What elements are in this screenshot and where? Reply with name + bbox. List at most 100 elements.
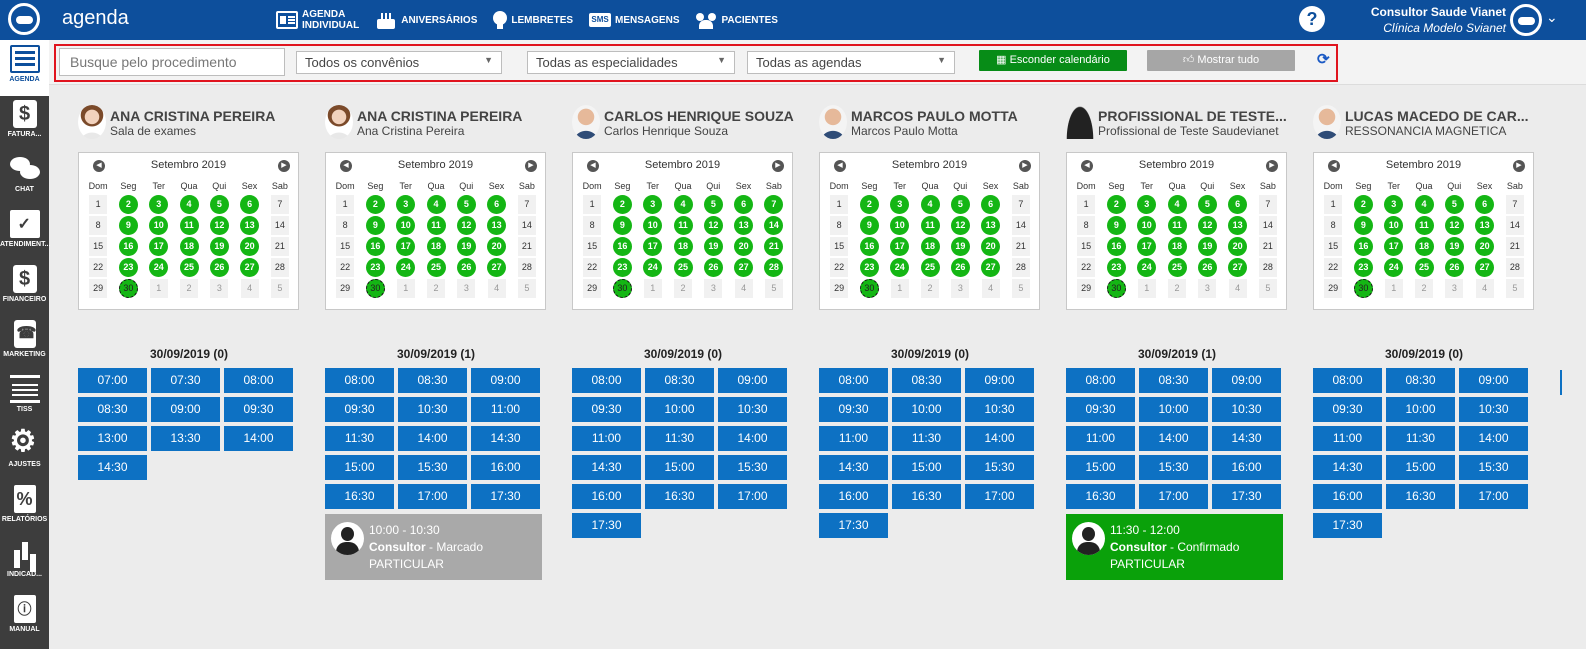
calendar-day[interactable]: 9 [854,216,884,235]
time-slot-button[interactable]: 08:00 [1066,368,1135,393]
calendar-day[interactable]: 26 [204,258,234,277]
calendar-day[interactable]: 2 [1162,279,1192,298]
time-slot-button[interactable]: 08:30 [78,397,147,422]
calendar-day[interactable]: 3 [698,279,728,298]
agenda-select[interactable]: Todas as agendas ▼ [747,51,955,74]
chevron-down-icon[interactable]: ⌄ [1546,9,1558,26]
sidebar-item-dollar[interactable]: $ FATURA... [0,95,49,151]
time-slot-button[interactable]: 16:00 [471,455,540,480]
calendar-day[interactable]: 1 [824,195,854,214]
calendar-day[interactable]: 14 [1006,216,1036,235]
calendar-day[interactable]: 29 [577,279,607,298]
calendar-day[interactable]: 8 [1071,216,1101,235]
time-slot-button[interactable]: 11:30 [325,426,394,451]
time-slot-button[interactable]: 09:30 [325,397,394,422]
calendar-day[interactable]: 2 [668,279,698,298]
calendar-day[interactable]: 4 [975,279,1005,298]
calendar-day[interactable]: 26 [451,258,481,277]
time-slot-button[interactable]: 17:30 [1212,484,1281,509]
sidebar-item-chat[interactable]: CHAT [0,150,49,206]
calendar-day[interactable]: 5 [1253,279,1283,298]
calendar-day[interactable]: 25 [1409,258,1439,277]
calendar-day[interactable]: 24 [885,258,915,277]
time-slot-button[interactable]: 17:00 [1459,484,1528,509]
calendar-day[interactable]: 9 [1101,216,1131,235]
calendar-day[interactable]: 25 [1162,258,1192,277]
calendar-day[interactable]: 11 [174,216,204,235]
appointment-card[interactable]: 11:30 - 12:00 Consultor - Confirmado PARTI… [1066,514,1283,580]
prev-month-icon[interactable]: ◀ [340,160,352,172]
calendar-day[interactable]: 13 [728,216,758,235]
calendar-day[interactable]: 15 [577,237,607,256]
time-slot-button[interactable]: 15:30 [965,455,1034,480]
time-slot-button[interactable]: 16:30 [1066,484,1135,509]
calendar-day[interactable]: 7 [1500,195,1530,214]
calendar-day[interactable]: 19 [945,237,975,256]
time-slot-button[interactable]: 08:30 [892,368,961,393]
calendar-day[interactable]: 8 [824,216,854,235]
calendar-day[interactable]: 22 [330,258,360,277]
calendar-day[interactable]: 27 [728,258,758,277]
calendar-day[interactable]: 5 [1500,279,1530,298]
nav-agenda-individual[interactable]: AGENDA INDIVIDUAL [276,9,359,31]
time-slot-button[interactable]: 15:00 [1386,455,1455,480]
user-avatar-icon[interactable] [1510,4,1542,36]
calendar-day[interactable]: 1 [391,279,421,298]
calendar-day[interactable]: 8 [83,216,113,235]
calendar-day[interactable]: 26 [1439,258,1469,277]
next-month-icon[interactable]: ▶ [278,160,290,172]
calendar-day[interactable]: 1 [1071,195,1101,214]
calendar-day[interactable]: 4 [481,279,511,298]
calendar-day[interactable]: 28 [1253,258,1283,277]
calendar-day[interactable]: 22 [83,258,113,277]
calendar-day[interactable]: 28 [265,258,295,277]
calendar-day[interactable]: 18 [1162,237,1192,256]
time-slot-button[interactable]: 14:00 [1139,426,1208,451]
calendar-day[interactable]: 21 [265,237,295,256]
calendar-day[interactable]: 7 [265,195,295,214]
calendar-day[interactable]: 5 [512,279,542,298]
calendar-day[interactable]: 30 [360,279,390,298]
calendar-day[interactable]: 22 [1071,258,1101,277]
calendar-day[interactable]: 6 [234,195,264,214]
time-slot-button[interactable]: 14:00 [398,426,467,451]
time-slot-button[interactable]: 10:00 [1386,397,1455,422]
calendar-day[interactable]: 6 [1469,195,1499,214]
calendar-day[interactable]: 7 [1253,195,1283,214]
calendar-day[interactable]: 2 [854,195,884,214]
calendar-day[interactable]: 3 [204,279,234,298]
calendar-day[interactable]: 3 [1132,195,1162,214]
calendar-day[interactable]: 24 [638,258,668,277]
calendar-day[interactable]: 29 [1071,279,1101,298]
calendar-day[interactable]: 11 [1409,216,1439,235]
calendar-day[interactable]: 1 [577,195,607,214]
calendar-day[interactable]: 12 [204,216,234,235]
calendar-day[interactable]: 23 [360,258,390,277]
calendar-day[interactable]: 18 [668,237,698,256]
calendar-day[interactable]: 12 [945,216,975,235]
time-slot-button[interactable]: 07:30 [151,368,220,393]
time-slot-button[interactable]: 15:30 [1459,455,1528,480]
time-slot-button[interactable]: 09:00 [718,368,787,393]
time-slot-button[interactable]: 10:30 [1459,397,1528,422]
time-slot-button[interactable]: 15:00 [1066,455,1135,480]
time-slot-button[interactable]: 16:00 [819,484,888,509]
calendar-day[interactable]: 1 [330,195,360,214]
time-slot-button[interactable]: 09:30 [224,397,293,422]
calendar-day[interactable]: 22 [577,258,607,277]
time-slot-button[interactable]: 17:30 [572,513,641,538]
refresh-icon[interactable]: ⟳ [1317,50,1330,68]
time-slot-button[interactable]: 17:00 [718,484,787,509]
calendar-day[interactable]: 27 [975,258,1005,277]
calendar-day[interactable]: 21 [1253,237,1283,256]
time-slot-button[interactable]: 08:00 [572,368,641,393]
calendar-day[interactable]: 2 [1409,279,1439,298]
nav-mensagens[interactable]: SMS MENSAGENS [589,13,679,27]
calendar-day[interactable]: 1 [885,279,915,298]
calendar-day[interactable]: 19 [204,237,234,256]
calendar-day[interactable]: 15 [83,237,113,256]
calendar-day[interactable]: 7 [1006,195,1036,214]
calendar-day[interactable]: 2 [1348,195,1378,214]
calendar-day[interactable]: 11 [1162,216,1192,235]
time-slot-button[interactable]: 17:30 [471,484,540,509]
